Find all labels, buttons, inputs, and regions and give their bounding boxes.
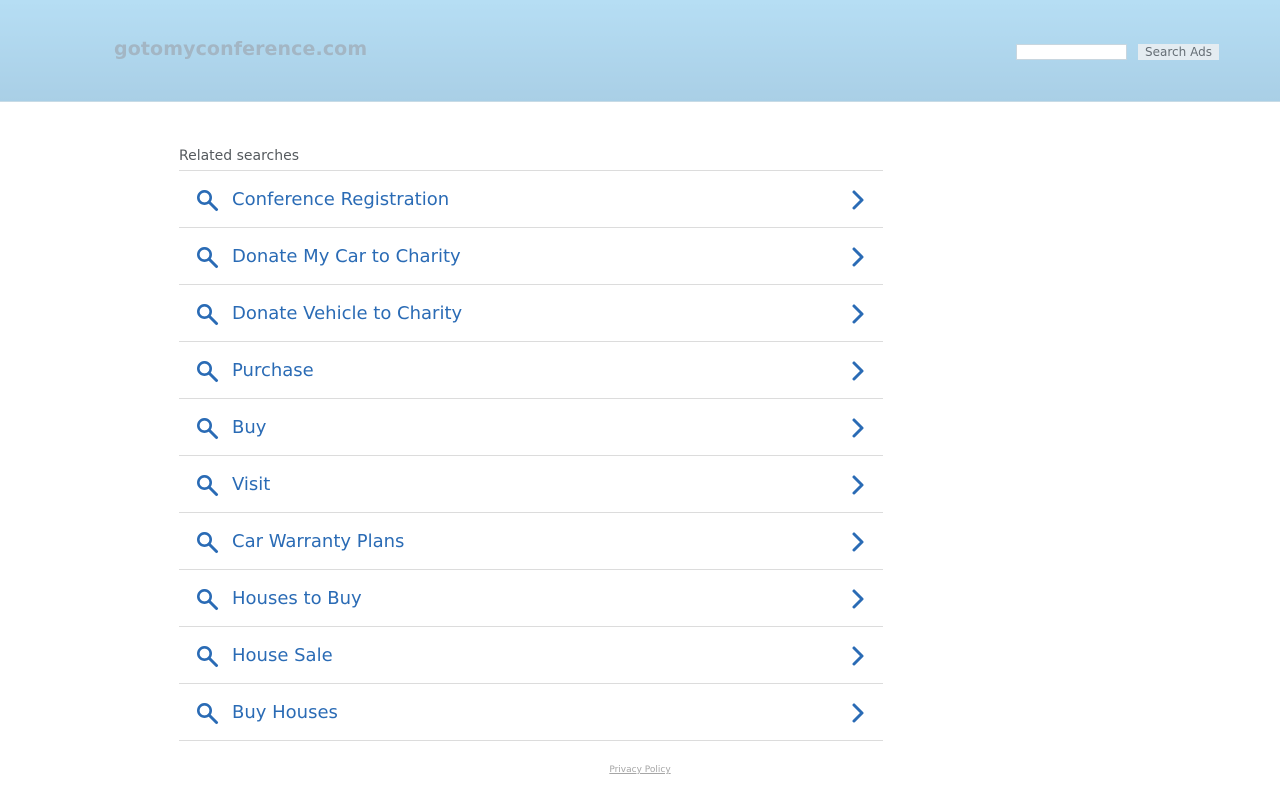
related-search-item[interactable]: Buy: [179, 399, 883, 456]
related-search-item[interactable]: Buy Houses: [179, 684, 883, 741]
related-search-label: Houses to Buy: [232, 588, 362, 609]
search-icon: [197, 475, 218, 496]
related-search-item[interactable]: Conference Registration: [179, 171, 883, 228]
related-search-label: House Sale: [232, 645, 333, 666]
related-search-item[interactable]: Visit: [179, 456, 883, 513]
related-searches-list: Conference Registration Donate My Car to…: [179, 171, 883, 741]
related-search-item[interactable]: Purchase: [179, 342, 883, 399]
search-icon: [197, 361, 218, 382]
related-search-label: Buy: [232, 417, 267, 438]
search-icon: [197, 418, 218, 439]
related-searches-title: Related searches: [179, 146, 883, 171]
ads-search-form: Search Ads: [1016, 44, 1219, 60]
search-icon: [197, 190, 218, 211]
chevron-right-icon: [852, 361, 864, 381]
related-search-label: Donate Vehicle to Charity: [232, 303, 463, 324]
related-search-label: Conference Registration: [232, 189, 450, 210]
related-search-item[interactable]: House Sale: [179, 627, 883, 684]
search-icon: [197, 304, 218, 325]
search-icon: [197, 532, 218, 553]
site-domain[interactable]: gotomyconference.com: [114, 38, 367, 60]
chevron-right-icon: [852, 646, 864, 666]
search-icon: [197, 646, 218, 667]
search-icon: [197, 589, 218, 610]
chevron-right-icon: [852, 304, 864, 324]
related-search-item[interactable]: Donate My Car to Charity: [179, 228, 883, 285]
related-search-label: Visit: [232, 474, 271, 495]
chevron-right-icon: [852, 703, 864, 723]
chevron-right-icon: [852, 475, 864, 495]
related-search-label: Car Warranty Plans: [232, 531, 405, 552]
search-ads-button[interactable]: Search Ads: [1138, 44, 1219, 60]
related-search-item[interactable]: Houses to Buy: [179, 570, 883, 627]
header: gotomyconference.com Search Ads: [0, 0, 1280, 102]
footer: Privacy Policy: [0, 757, 1280, 776]
chevron-right-icon: [852, 532, 864, 552]
chevron-right-icon: [852, 418, 864, 438]
search-input[interactable]: [1016, 44, 1127, 60]
search-icon: [197, 703, 218, 724]
related-search-item[interactable]: Car Warranty Plans: [179, 513, 883, 570]
related-search-item[interactable]: Donate Vehicle to Charity: [179, 285, 883, 342]
related-search-label: Purchase: [232, 360, 314, 381]
related-search-label: Donate My Car to Charity: [232, 246, 461, 267]
related-searches: Related searches Conference Registration…: [179, 146, 883, 741]
search-icon: [197, 247, 218, 268]
chevron-right-icon: [852, 247, 864, 267]
privacy-policy-link[interactable]: Privacy Policy: [609, 765, 670, 775]
chevron-right-icon: [852, 190, 864, 210]
chevron-right-icon: [852, 589, 864, 609]
related-search-label: Buy Houses: [232, 702, 338, 723]
